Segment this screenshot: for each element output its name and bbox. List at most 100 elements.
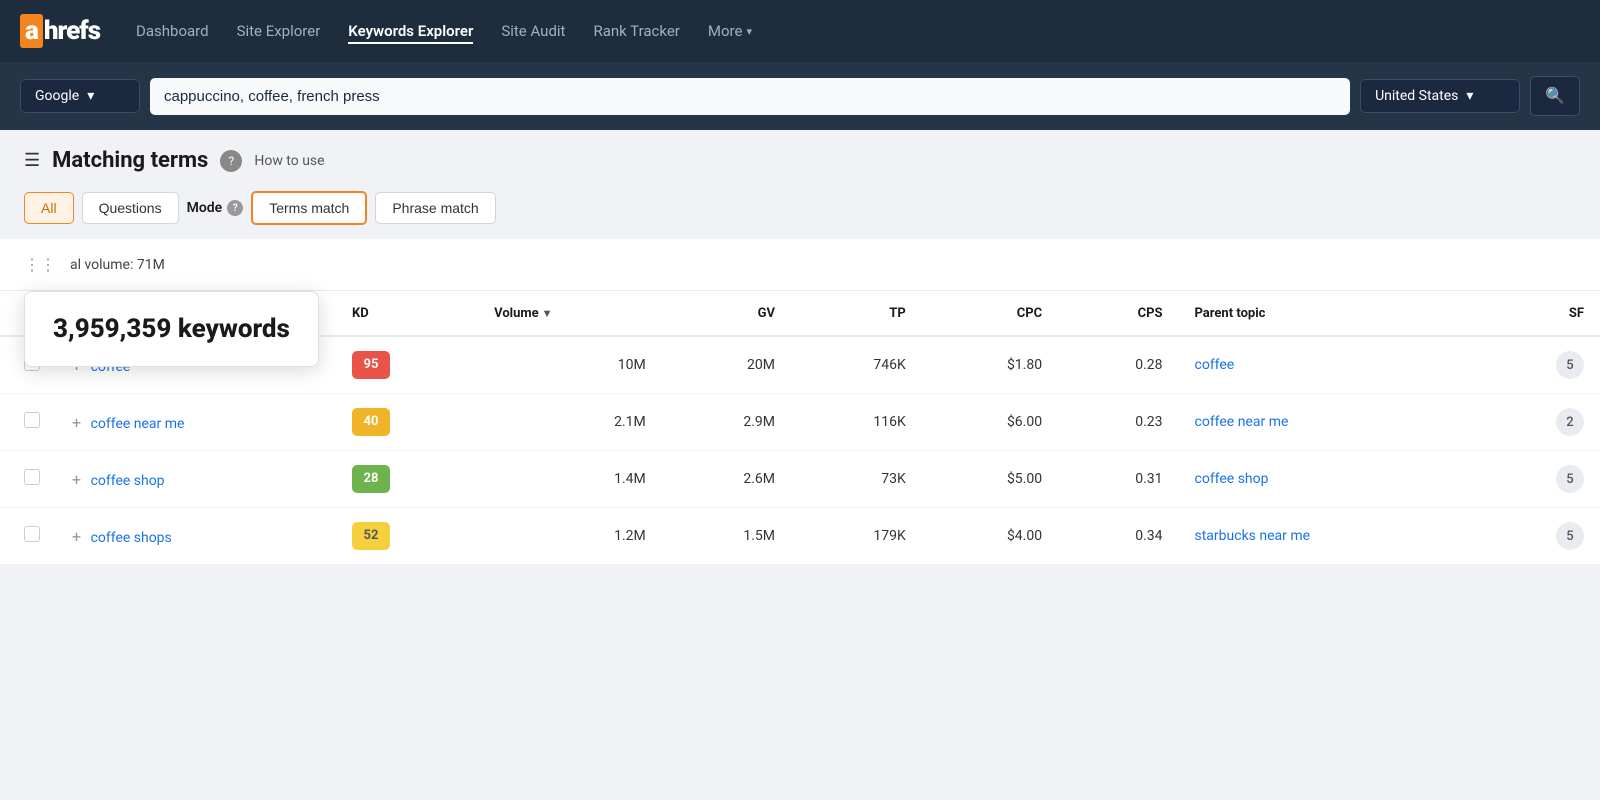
row-checkbox[interactable] <box>24 526 40 542</box>
row-tp-cell: 116K <box>791 394 922 451</box>
th-cps: CPS <box>1058 291 1178 336</box>
row-tp-cell: 746K <box>791 336 922 394</box>
th-gv: GV <box>662 291 791 336</box>
hamburger-icon[interactable]: ☰ <box>24 150 40 171</box>
stats-row: ⋮⋮ al volume: 71M <box>0 239 1600 291</box>
row-add-icon[interactable]: + <box>72 413 81 432</box>
th-tp: TP <box>791 291 922 336</box>
row-checkbox-cell <box>0 394 56 451</box>
th-sf: SF <box>1478 291 1600 336</box>
search-bar: Google ▾ United States ▾ 🔍 <box>0 62 1600 130</box>
row-kd-cell: 95 <box>336 336 478 394</box>
row-parent-topic-cell: coffee near me <box>1179 394 1479 451</box>
kd-badge: 40 <box>352 408 390 436</box>
row-cps-cell: 0.23 <box>1058 394 1178 451</box>
nav-more[interactable]: More ▾ <box>708 22 752 40</box>
search-button[interactable]: 🔍 <box>1530 76 1580 116</box>
table-row: + coffee near me 40 2.1M 2.9M 116K $6.00… <box>0 394 1600 451</box>
row-keyword-cell: + coffee shop <box>56 451 336 508</box>
top-navigation: a hrefs Dashboard Site Explorer Keywords… <box>0 0 1600 62</box>
tab-questions[interactable]: Questions <box>82 192 179 224</box>
nav-dashboard[interactable]: Dashboard <box>136 18 209 44</box>
country-label: United States <box>1375 88 1458 104</box>
mode-label: Mode ? <box>187 200 244 216</box>
row-keyword-cell: + coffee near me <box>56 394 336 451</box>
row-gv-cell: 20M <box>662 336 791 394</box>
engine-select[interactable]: Google ▾ <box>20 79 140 113</box>
engine-chevron-icon: ▾ <box>87 88 94 104</box>
logo-icon: a <box>20 14 43 48</box>
sf-badge: 5 <box>1556 351 1584 379</box>
keyword-count-tooltip: 3,959,359 keywords <box>24 291 319 367</box>
country-chevron-icon: ▾ <box>1466 88 1473 104</box>
parent-topic-link[interactable]: coffee near me <box>1195 414 1289 430</box>
nav-rank-tracker[interactable]: Rank Tracker <box>593 18 679 44</box>
nav-site-explorer[interactable]: Site Explorer <box>237 18 321 44</box>
row-add-icon[interactable]: + <box>72 527 81 546</box>
chevron-down-icon: ▾ <box>746 25 752 38</box>
page-header: ☰ Matching terms ? How to use <box>0 130 1600 183</box>
how-to-use-link[interactable]: How to use <box>254 153 324 169</box>
row-tp-cell: 179K <box>791 508 922 565</box>
sf-badge: 2 <box>1556 408 1584 436</box>
th-parent-topic: Parent topic <box>1179 291 1479 336</box>
th-kd: KD <box>336 291 478 336</box>
search-input[interactable] <box>150 78 1350 115</box>
nav-site-audit[interactable]: Site Audit <box>501 18 565 44</box>
logo[interactable]: a hrefs <box>20 14 100 48</box>
tab-phrase-match[interactable]: Phrase match <box>375 192 495 224</box>
drag-handle-icon[interactable]: ⋮⋮ <box>24 255 56 274</box>
total-volume-text: al volume: 71M <box>70 257 165 273</box>
keyword-link[interactable]: coffee shops <box>91 530 172 546</box>
tab-all[interactable]: All <box>24 192 74 224</box>
row-add-icon[interactable]: + <box>72 470 81 489</box>
row-checkbox-cell <box>0 451 56 508</box>
row-parent-topic-cell: coffee <box>1179 336 1479 394</box>
row-sf-cell: 5 <box>1478 451 1600 508</box>
row-keyword-cell: + coffee shops <box>56 508 336 565</box>
table-row: + coffee shops 52 1.2M 1.5M 179K $4.00 0… <box>0 508 1600 565</box>
row-gv-cell: 1.5M <box>662 508 791 565</box>
sf-badge: 5 <box>1556 465 1584 493</box>
table-row: + coffee shop 28 1.4M 2.6M 73K $5.00 0.3… <box>0 451 1600 508</box>
row-volume-cell: 2.1M <box>478 394 662 451</box>
row-volume-cell: 1.2M <box>478 508 662 565</box>
tab-terms-match[interactable]: Terms match <box>251 191 367 225</box>
mode-text: Mode <box>187 200 223 216</box>
kd-badge: 28 <box>352 465 390 493</box>
page-title: Matching terms <box>52 148 208 173</box>
keyword-link[interactable]: coffee shop <box>91 473 165 489</box>
row-checkbox[interactable] <box>24 412 40 428</box>
row-kd-cell: 40 <box>336 394 478 451</box>
parent-topic-link[interactable]: coffee <box>1195 357 1235 373</box>
kd-badge: 95 <box>352 351 390 379</box>
search-icon: 🔍 <box>1545 88 1565 105</box>
th-cpc: CPC <box>922 291 1058 336</box>
row-cps-cell: 0.31 <box>1058 451 1178 508</box>
row-checkbox[interactable] <box>24 469 40 485</box>
kd-badge: 52 <box>352 522 390 550</box>
engine-label: Google <box>35 88 79 104</box>
keyword-link[interactable]: coffee near me <box>91 416 185 432</box>
filter-tabs: All Questions Mode ? Terms match Phrase … <box>0 183 1600 239</box>
row-gv-cell: 2.6M <box>662 451 791 508</box>
row-sf-cell: 5 <box>1478 508 1600 565</box>
nav-more-label: More <box>708 22 743 40</box>
row-parent-topic-cell: starbucks near me <box>1179 508 1479 565</box>
help-icon[interactable]: ? <box>220 150 242 172</box>
volume-sort: Volume ▼ <box>494 306 646 321</box>
keyword-count: 3,959,359 keywords <box>53 314 290 344</box>
country-select[interactable]: United States ▾ <box>1360 79 1520 113</box>
th-volume[interactable]: Volume ▼ <box>478 291 662 336</box>
row-sf-cell: 2 <box>1478 394 1600 451</box>
logo-text: hrefs <box>44 16 100 46</box>
mode-help-icon[interactable]: ? <box>227 200 243 216</box>
row-volume-cell: 10M <box>478 336 662 394</box>
row-tp-cell: 73K <box>791 451 922 508</box>
parent-topic-link[interactable]: coffee shop <box>1195 471 1269 487</box>
nav-keywords-explorer[interactable]: Keywords Explorer <box>348 18 473 44</box>
row-kd-cell: 52 <box>336 508 478 565</box>
row-sf-cell: 5 <box>1478 336 1600 394</box>
parent-topic-link[interactable]: starbucks near me <box>1195 528 1311 544</box>
sf-badge: 5 <box>1556 522 1584 550</box>
